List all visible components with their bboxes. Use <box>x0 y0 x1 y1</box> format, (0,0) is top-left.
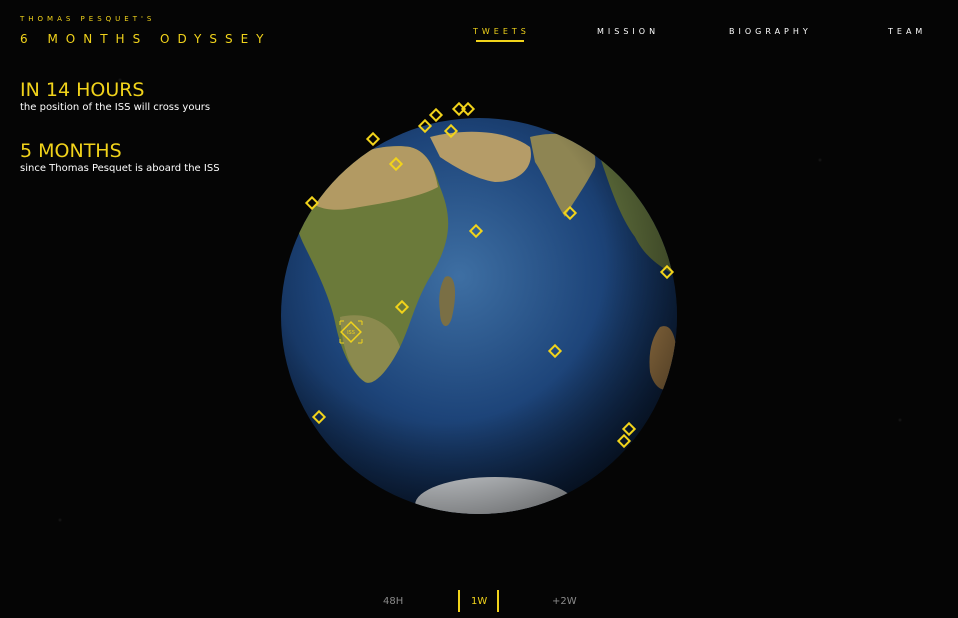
globe-shading <box>281 118 677 514</box>
nav-item-label: BIOGRAPHY <box>729 27 812 36</box>
nav-item-label: TEAM <box>888 27 927 36</box>
brand-subtitle: Thomas Pesquet's <box>20 15 156 23</box>
iss-eta-headline: IN 14 HOURS <box>20 79 145 101</box>
tweet-marker[interactable] <box>460 101 476 117</box>
active-bracket-right <box>497 590 499 612</box>
iss-label: ISS <box>347 330 355 336</box>
app-root: Thomas Pesquet's 6 Months Odyssey TWEETS… <box>0 0 958 618</box>
nav-item-tweets[interactable]: TWEETS <box>473 27 530 42</box>
main-nav: TWEETS MISSION BIOGRAPHY TEAM <box>0 27 958 47</box>
iss-position-marker[interactable]: ISS <box>338 319 364 345</box>
time-range-selector: 48H 1W +2W <box>0 590 958 616</box>
time-option-2w[interactable]: +2W <box>552 596 577 607</box>
time-option-48h[interactable]: 48H <box>383 596 403 607</box>
time-option-1w[interactable]: 1W <box>471 596 487 607</box>
nav-item-biography[interactable]: BIOGRAPHY <box>729 27 812 36</box>
time-aboard-headline: 5 MONTHS <box>20 140 122 162</box>
iss-eta-info: IN 14 HOURS the position of the ISS will… <box>20 79 210 113</box>
active-underline <box>476 40 524 42</box>
nav-item-label: MISSION <box>597 27 660 36</box>
active-bracket-left <box>458 590 460 612</box>
earth-globe[interactable] <box>280 117 678 515</box>
nav-item-team[interactable]: TEAM <box>888 27 926 36</box>
time-aboard-text: since Thomas Pesquet is aboard the ISS <box>20 163 220 174</box>
nav-item-mission[interactable]: MISSION <box>597 27 659 36</box>
nav-item-label: TWEETS <box>473 27 530 36</box>
time-aboard-info: 5 MONTHS since Thomas Pesquet is aboard … <box>20 140 220 174</box>
iss-eta-text: the position of the ISS will cross yours <box>20 102 211 113</box>
